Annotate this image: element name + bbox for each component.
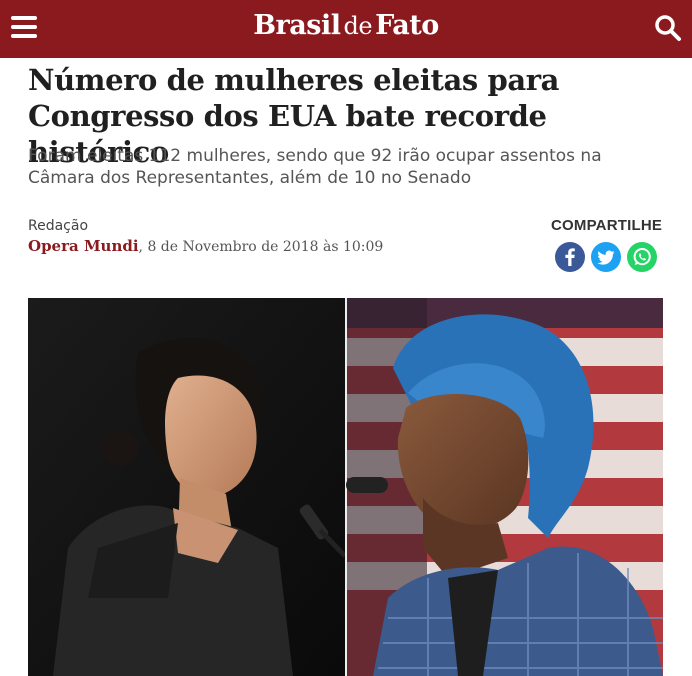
publish-date: 8 de Novembro de 2018 às 10:09 bbox=[147, 239, 384, 255]
article-subtitle: Foram eleitas 112 mulheres, sendo que 92… bbox=[28, 146, 602, 188]
logo-text-end: Fato bbox=[375, 10, 439, 41]
search-icon bbox=[655, 15, 681, 41]
author-label: Redação bbox=[28, 218, 89, 234]
logo-text-de: de bbox=[343, 12, 373, 40]
facebook-icon bbox=[565, 248, 575, 266]
byline: Opera Mundi, 8 de Novembro de 2018 às 10… bbox=[28, 237, 384, 255]
share-twitter-button[interactable] bbox=[591, 242, 621, 272]
share-whatsapp-button[interactable] bbox=[627, 242, 657, 272]
article-photo bbox=[28, 298, 663, 676]
site-header: Brasil de Fato bbox=[0, 0, 692, 58]
site-logo[interactable]: Brasil de Fato bbox=[0, 10, 692, 41]
share-facebook-button[interactable] bbox=[555, 242, 585, 272]
share-label: COMPARTILHE bbox=[551, 217, 663, 234]
logo-text-main: Brasil bbox=[253, 10, 341, 41]
whatsapp-icon bbox=[633, 248, 651, 266]
source-link[interactable]: Opera Mundi bbox=[28, 237, 139, 255]
search-button[interactable] bbox=[654, 14, 682, 42]
twitter-icon bbox=[597, 250, 615, 265]
